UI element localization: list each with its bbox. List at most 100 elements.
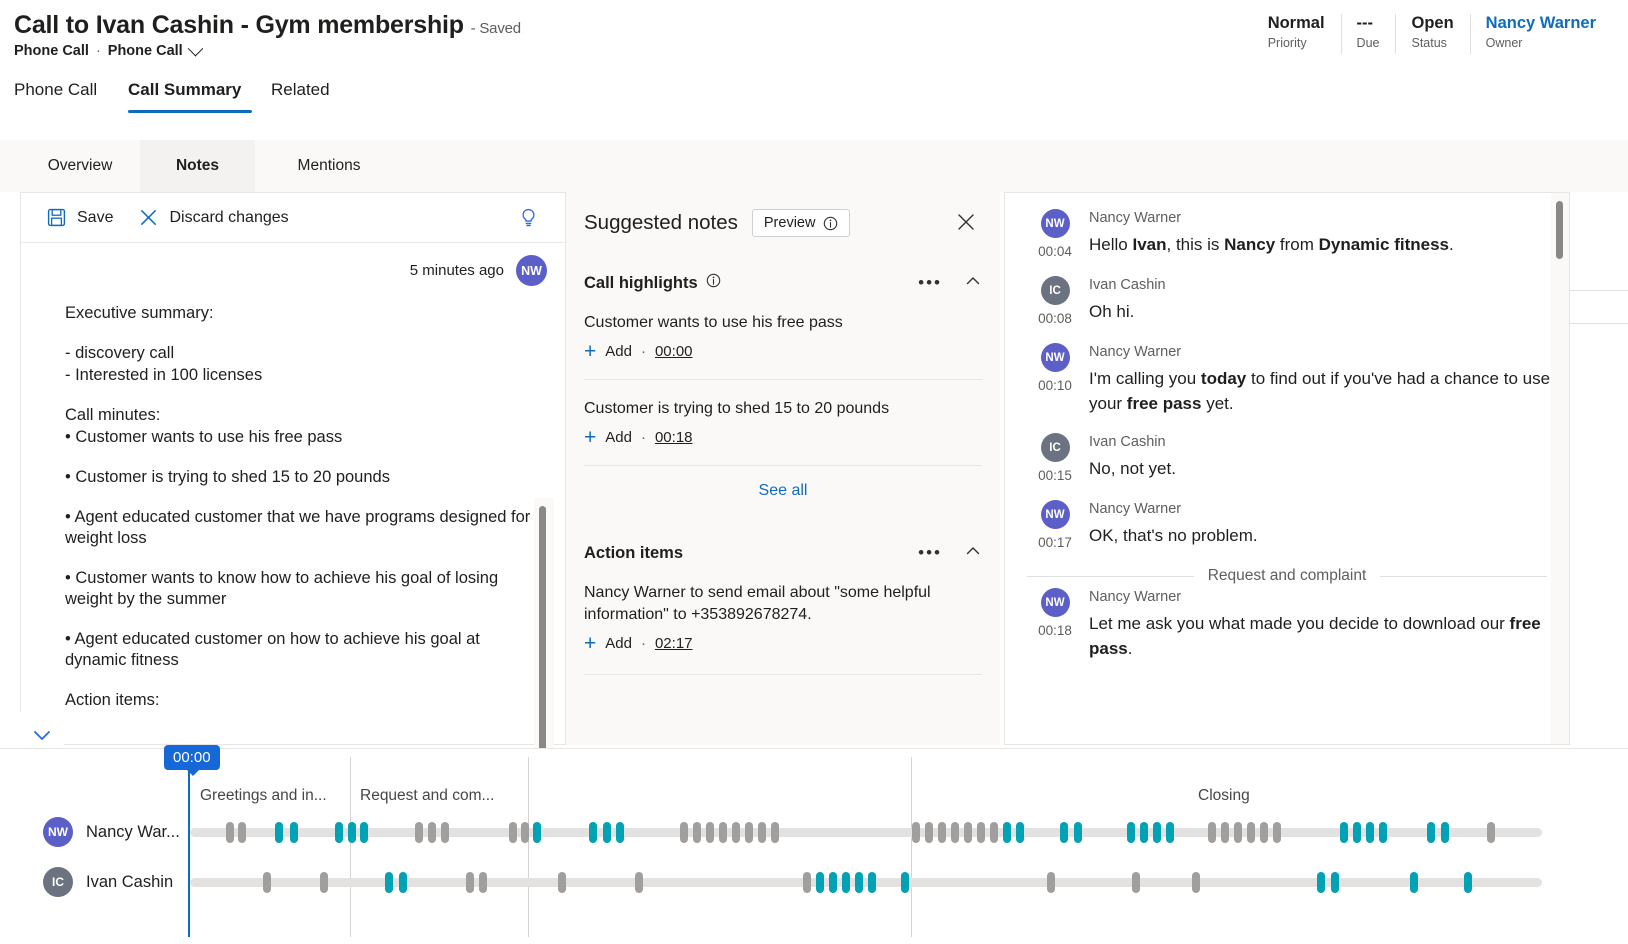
info-icon[interactable]	[706, 273, 721, 293]
timeline-tick[interactable]	[732, 822, 740, 843]
timeline-tick[interactable]	[901, 872, 909, 893]
timeline-tick[interactable]	[951, 822, 959, 843]
timeline-tick[interactable]	[1221, 822, 1229, 843]
chevron-up-icon[interactable]	[964, 272, 982, 295]
transcript-scrollbar[interactable]	[1551, 193, 1569, 744]
more-icon[interactable]: •••	[918, 273, 942, 293]
timeline-tick[interactable]	[803, 872, 811, 893]
transcript-timestamp[interactable]: 00:10	[1038, 378, 1072, 393]
timeline-tick[interactable]	[977, 822, 985, 843]
timeline-tick[interactable]	[335, 822, 343, 843]
timeline-tick[interactable]	[466, 872, 474, 893]
timeline-tick[interactable]	[320, 872, 328, 893]
transcript-timestamp[interactable]: 00:15	[1038, 468, 1072, 483]
timeline-tick[interactable]	[680, 822, 688, 843]
timeline-tick[interactable]	[964, 822, 972, 843]
timeline-tick[interactable]	[1140, 822, 1148, 843]
tab-related[interactable]: Related	[271, 80, 330, 100]
preview-badge[interactable]: Preview	[752, 209, 851, 237]
save-button[interactable]: Save	[47, 208, 113, 227]
timeline-tick[interactable]	[238, 822, 246, 843]
timeline-tick[interactable]	[1016, 822, 1024, 843]
timeline-tick[interactable]	[816, 872, 824, 893]
timeline-tick[interactable]	[275, 822, 283, 843]
timeline-tick[interactable]	[479, 872, 487, 893]
timeline-tick[interactable]	[635, 872, 643, 893]
add-suggestion-row[interactable]: + Add · 00:00	[566, 343, 1000, 360]
add-suggestion-row[interactable]: + Add · 02:17	[566, 635, 1000, 652]
timeline-tick[interactable]	[758, 822, 766, 843]
timeline-tick[interactable]	[719, 822, 727, 843]
timeline-tick[interactable]	[842, 872, 850, 893]
timeline-tick[interactable]	[533, 822, 541, 843]
timeline-tick[interactable]	[1427, 822, 1435, 843]
timeline-tick[interactable]	[1074, 822, 1082, 843]
close-suggested-notes-button[interactable]	[956, 212, 976, 237]
header-field-owner[interactable]: Nancy Warner Owner	[1470, 12, 1612, 58]
timeline-tick[interactable]	[521, 822, 529, 843]
timeline-tick[interactable]	[1060, 822, 1068, 843]
timeline-tick[interactable]	[1273, 822, 1281, 843]
timeline-tick[interactable]	[745, 822, 753, 843]
subtab-mentions[interactable]: Mentions	[271, 140, 387, 192]
timeline-tick[interactable]	[693, 822, 701, 843]
notes-content[interactable]: Executive summary: - discovery call - In…	[65, 303, 535, 711]
timeline-tick[interactable]	[1153, 822, 1161, 843]
transcript-turn[interactable]: NW00:17Nancy WarnerOK, that's no problem…	[1005, 500, 1569, 550]
timeline-tick[interactable]	[912, 822, 920, 843]
timeline-tick[interactable]	[1441, 822, 1449, 843]
tab-phone-call[interactable]: Phone Call	[14, 80, 97, 100]
timeline-tick[interactable]	[290, 822, 298, 843]
suggestion-timestamp[interactable]: 00:00	[655, 343, 693, 360]
timeline-tick[interactable]	[441, 822, 449, 843]
header-field-status[interactable]: Open Status	[1395, 12, 1469, 58]
header-field-due[interactable]: --- Due	[1341, 12, 1396, 58]
timeline-tick[interactable]	[589, 822, 597, 843]
timeline-tick[interactable]	[348, 822, 356, 843]
timeline-tick[interactable]	[558, 872, 566, 893]
transcript-timestamp[interactable]: 00:17	[1038, 535, 1072, 550]
timeline-tick[interactable]	[1331, 872, 1339, 893]
transcript-timestamp[interactable]: 00:08	[1038, 311, 1072, 326]
timeline-tick[interactable]	[1208, 822, 1216, 843]
timeline-tick[interactable]	[603, 822, 611, 843]
timeline-tick[interactable]	[509, 822, 517, 843]
lightbulb-icon[interactable]	[518, 207, 539, 233]
timeline-tick[interactable]	[1132, 872, 1140, 893]
more-icon[interactable]: •••	[918, 543, 942, 563]
timeline-tick[interactable]	[829, 872, 837, 893]
timeline-tick[interactable]	[1340, 822, 1348, 843]
timeline-tick[interactable]	[1487, 822, 1495, 843]
timeline-tick[interactable]	[706, 822, 714, 843]
suggestion-timestamp[interactable]: 02:17	[655, 635, 693, 652]
transcript-turn[interactable]: NW00:04Nancy WarnerHello Ivan, this is N…	[1005, 209, 1569, 259]
timeline-tick[interactable]	[1166, 822, 1174, 843]
timeline-tick[interactable]	[1260, 822, 1268, 843]
timeline-tick[interactable]	[1379, 822, 1387, 843]
timeline-tick[interactable]	[1366, 822, 1374, 843]
suggestion-timestamp[interactable]: 00:18	[655, 429, 693, 446]
timeline-tick[interactable]	[1234, 822, 1242, 843]
timeline-tick[interactable]	[1464, 872, 1472, 893]
timeline-tick[interactable]	[855, 872, 863, 893]
owner-value[interactable]: Nancy Warner	[1486, 12, 1596, 34]
timeline-tick[interactable]	[428, 822, 436, 843]
chevron-down-icon[interactable]	[187, 40, 203, 56]
timeline-tick[interactable]	[1127, 822, 1135, 843]
add-suggestion-row[interactable]: + Add · 00:18	[566, 429, 1000, 446]
see-all-button[interactable]: See all	[566, 466, 1000, 514]
playhead[interactable]	[188, 769, 190, 937]
timeline-tick[interactable]	[415, 822, 423, 843]
timeline-tick[interactable]	[360, 822, 368, 843]
timeline-tick[interactable]	[385, 872, 393, 893]
timeline-tick[interactable]	[1410, 872, 1418, 893]
breadcrumb-form[interactable]: Phone Call	[108, 43, 183, 59]
tab-call-summary[interactable]: Call Summary	[128, 80, 241, 100]
transcript-timestamp[interactable]: 00:04	[1038, 244, 1072, 259]
timeline-tick[interactable]	[399, 872, 407, 893]
transcript-turn[interactable]: IC00:08Ivan CashinOh hi.	[1005, 276, 1569, 326]
timeline-tick[interactable]	[1247, 822, 1255, 843]
timeline-tick[interactable]	[616, 822, 624, 843]
timeline-tick[interactable]	[226, 822, 234, 843]
timeline-tick[interactable]	[1003, 822, 1011, 843]
